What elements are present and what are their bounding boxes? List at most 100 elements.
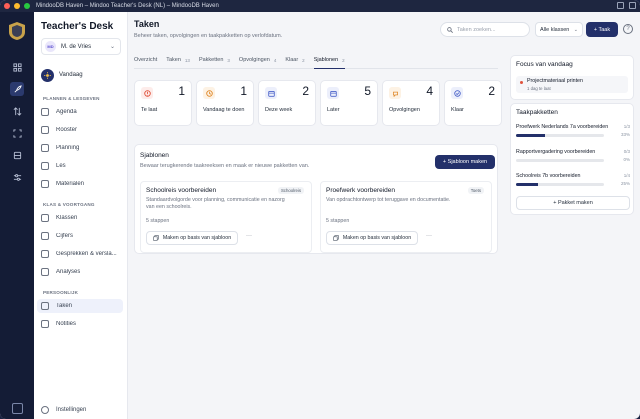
- sidebar-item-les[interactable]: Les: [37, 159, 123, 173]
- stat-label: Deze week: [265, 107, 293, 113]
- stat-card-later[interactable]: 5 Later: [320, 80, 378, 126]
- sidebar-item-label: Analyses: [56, 269, 81, 275]
- window-layout-icon[interactable]: [617, 2, 624, 9]
- class-filter-value: Alle klassen: [540, 26, 570, 33]
- sidebar-item-taken[interactable]: Taken: [37, 299, 123, 313]
- new-package-button[interactable]: + Pakket maken: [516, 196, 630, 210]
- stat-value: 2: [488, 84, 495, 98]
- tab-count: 2: [302, 58, 305, 63]
- packages-panel: Taakpakketten Proefwerk Nederlands 7a vo…: [510, 103, 634, 215]
- sidebar-item-today[interactable]: Vandaag: [41, 67, 121, 83]
- rail-sync-icon[interactable]: [10, 104, 24, 118]
- help-icon[interactable]: ?: [623, 24, 633, 34]
- focus-item[interactable]: Projectmateriaal printen 1 dag te laat: [516, 76, 628, 93]
- user-switcher[interactable]: MD M. de Vries ⌄: [41, 38, 121, 55]
- close-window-button[interactable]: [4, 3, 10, 9]
- tab-overzicht[interactable]: Overzicht: [134, 55, 157, 68]
- template-badge: Toets: [467, 187, 484, 194]
- sidebar-item-planning[interactable]: Planning: [37, 141, 123, 155]
- sidebar-item-label: Planning: [56, 145, 80, 151]
- maximize-window-button[interactable]: [24, 3, 30, 9]
- sidebar-item-notities[interactable]: Notities: [37, 317, 123, 331]
- tab-count: 4: [273, 58, 277, 63]
- rail-rocket-icon[interactable]: [10, 82, 24, 96]
- more-options-icon[interactable]: ···: [426, 233, 432, 239]
- package-percent: 0%: [623, 157, 630, 162]
- chart-icon: [41, 232, 49, 240]
- rail-dashboard-icon[interactable]: [10, 60, 24, 74]
- package-progress: [516, 134, 604, 137]
- focus-panel: Focus van vandaag Projectmateriaal print…: [510, 55, 634, 100]
- section-heading: PERSOONLIJK: [43, 290, 79, 295]
- add-task-button[interactable]: + Taak: [586, 22, 618, 37]
- tab-label: Pakketten: [198, 57, 224, 63]
- tab-sjablonen[interactable]: Sjablonen 2: [313, 55, 345, 69]
- package-item[interactable]: Proefwerk Nederlands 7a voorbereiden 1/3…: [516, 124, 630, 140]
- package-name: Rapportvergadering voorbereiden: [516, 149, 596, 155]
- minimize-window-button[interactable]: [14, 3, 20, 9]
- sidebar-item-agenda[interactable]: Agenda: [37, 105, 123, 119]
- window-sidebar-icon[interactable]: [629, 2, 636, 9]
- sidebar-item-klassen[interactable]: Klassen: [37, 211, 123, 225]
- stat-label: Later: [327, 107, 340, 113]
- icon-rail: [0, 12, 34, 419]
- stat-card-klaar[interactable]: 2 Klaar: [444, 80, 502, 126]
- tab-taken[interactable]: Taken 13: [166, 55, 190, 68]
- package-progress: [516, 183, 604, 186]
- sidebar-item-gesprekken[interactable]: Gesprekken & versla...: [37, 247, 123, 261]
- class-filter-select[interactable]: Alle klassen ⌄: [535, 22, 583, 37]
- template-description: Standaardvolgorde voor planning, communi…: [146, 197, 285, 210]
- create-from-template-button[interactable]: Maken op basis van sjabloon: [326, 231, 418, 245]
- analytics-icon: [41, 268, 49, 276]
- rail-database-icon[interactable]: [10, 148, 24, 162]
- sidebar-item-cijfers[interactable]: Cijfers: [37, 229, 123, 243]
- tab-opvolgingen[interactable]: Opvolgingen 4: [239, 55, 276, 68]
- new-template-button[interactable]: + Sjabloon maken: [435, 155, 495, 169]
- rail-collapse-icon[interactable]: [12, 403, 23, 414]
- focus-item-subtitle: 1 dag te laat: [527, 86, 551, 91]
- copy-icon: [153, 235, 159, 241]
- section-heading: KLAS & VOORTGANG: [43, 202, 95, 207]
- more-options-icon[interactable]: ···: [246, 233, 252, 239]
- template-title: Schoolreis voorbereiden: [146, 187, 217, 194]
- template-card: Schoolreis voorbereiden Schoolreis Stand…: [140, 181, 312, 253]
- template-description: Van opdrachtontwerp tot teruggave en doc…: [326, 197, 451, 203]
- stat-label: Te laat: [141, 107, 158, 113]
- calendar-icon: [327, 87, 339, 99]
- template-steps: 5 stappen: [326, 218, 350, 224]
- sidebar-item-label: Klassen: [56, 215, 78, 221]
- book-icon: [41, 162, 49, 170]
- app-window: MindooDB Haven – Mindoo Teacher's Desk (…: [0, 0, 640, 419]
- chevron-down-icon: ⌄: [573, 26, 578, 33]
- package-item[interactable]: Rapportvergadering voorbereiden 0/3 0%: [516, 149, 630, 165]
- sidebar-item-rooster[interactable]: Rooster: [37, 123, 123, 137]
- tab-pakketten[interactable]: Pakketten 3: [199, 55, 230, 68]
- clock-icon: [203, 87, 215, 99]
- sidebar-item-label: Rooster: [56, 127, 78, 133]
- rail-sliders-icon[interactable]: [10, 170, 24, 184]
- grid-icon: [41, 126, 49, 134]
- chevron-down-icon: ⌄: [109, 44, 115, 50]
- sidebar-item-label: Les: [56, 163, 66, 169]
- sun-icon: [41, 68, 54, 82]
- template-steps: 5 stappen: [146, 218, 170, 224]
- create-from-template-button[interactable]: Maken op basis van sjabloon: [146, 231, 238, 245]
- sidebar: Teacher's Desk MD M. de Vries ⌄ Vandaag …: [34, 12, 128, 419]
- sidebar-item-settings[interactable]: Instellingen: [37, 403, 123, 417]
- tab-label: Overzicht: [134, 57, 158, 63]
- package-item[interactable]: Schoolreis 7b voorbereiden 1/4 25%: [516, 173, 630, 189]
- tab-count: 13: [184, 58, 190, 63]
- tab-klaar[interactable]: Klaar 2: [285, 55, 304, 68]
- stat-value: 5: [364, 84, 371, 98]
- sidebar-item-materialen[interactable]: Materialen: [37, 177, 123, 191]
- sidebar-item-analyses[interactable]: Analyses: [37, 265, 123, 279]
- rail-scan-icon[interactable]: [10, 126, 24, 140]
- stat-card-te-laat[interactable]: 1 Te laat: [134, 80, 192, 126]
- package-progress-fill: [516, 183, 538, 186]
- stat-card-opvolgingen[interactable]: 4 Opvolgingen: [382, 80, 440, 126]
- stat-card-vandaag[interactable]: 1 Vandaag te doen: [196, 80, 254, 126]
- search-input[interactable]: Taken zoeken...: [440, 22, 530, 37]
- stat-card-deze-week[interactable]: 2 Deze week: [258, 80, 316, 126]
- sidebar-item-label: Instellingen: [56, 407, 87, 413]
- calendar-icon: [265, 87, 277, 99]
